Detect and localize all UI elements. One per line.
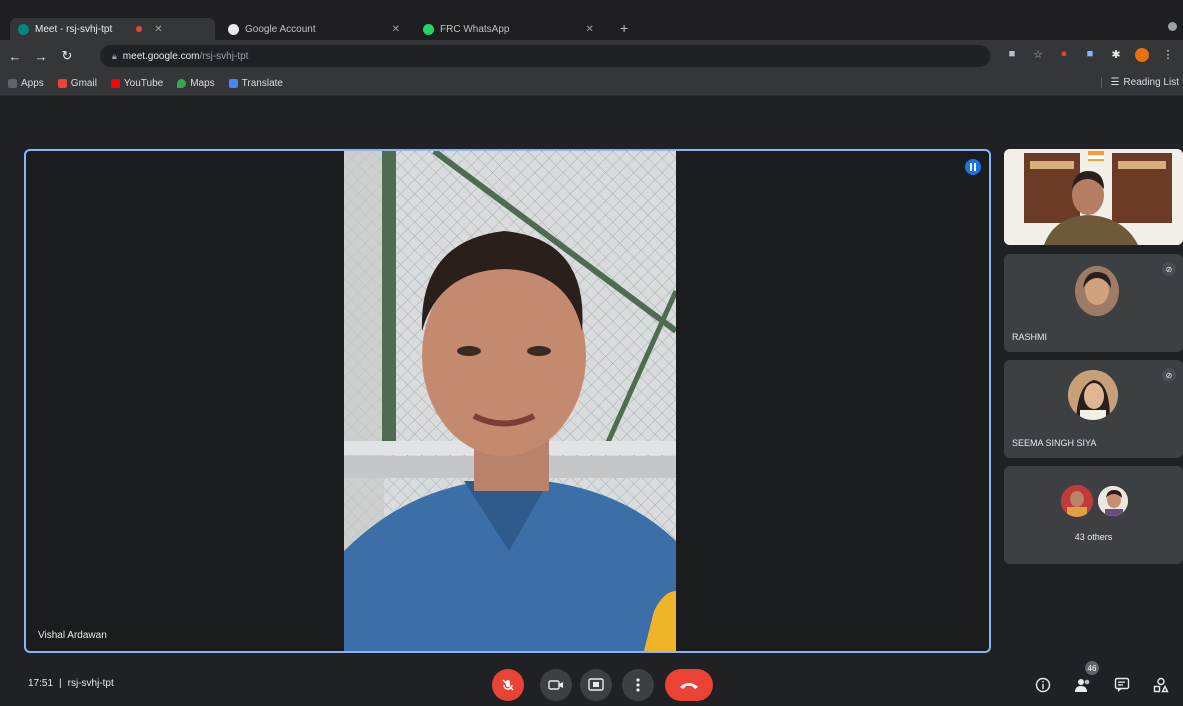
screen: Meet - rsj-svhj-tpt ✕ Google Account ✕ F…	[0, 0, 1183, 706]
bookmark-gmail[interactable]: Gmail	[57, 78, 97, 89]
camera-in-use-icon[interactable]: ■	[1005, 48, 1019, 62]
presenter-video-frame	[344, 151, 676, 651]
people-icon	[1075, 679, 1090, 692]
extension-red-icon[interactable]: ●	[1057, 48, 1071, 62]
other-avatar-1	[1061, 485, 1093, 517]
mic-off-icon: ⊘	[1162, 262, 1176, 276]
present-screen-icon	[588, 678, 604, 691]
lock-icon: 🔒︎	[112, 50, 117, 61]
presenter-video	[344, 151, 676, 651]
close-tab-icon[interactable]: ✕	[392, 24, 400, 35]
address-bar[interactable]: 🔒︎ meet.google.com/rsj-svhj-tpt	[100, 45, 990, 67]
bookmarks-bar: Apps Gmail YouTube Maps Translate	[0, 72, 1183, 96]
bookmark-maps[interactable]: Maps	[177, 78, 215, 89]
avatar-photo	[1061, 485, 1093, 517]
tab-title: Google Account	[245, 23, 316, 35]
new-tab-button[interactable]: +	[620, 20, 628, 36]
profile-avatar-icon[interactable]	[1135, 48, 1149, 62]
reading-list-icon: ☰	[1110, 77, 1120, 88]
activities-button[interactable]	[1152, 676, 1170, 694]
others-tile[interactable]: 43 others	[1004, 466, 1183, 564]
hang-up-icon	[680, 683, 698, 689]
camera-toggle-button[interactable]	[540, 669, 572, 701]
meet-favicon-icon	[18, 23, 29, 35]
chat-button[interactable]	[1113, 676, 1131, 694]
tab-meet[interactable]: Meet - rsj-svhj-tpt ✕	[10, 18, 215, 40]
apps-grid-icon	[8, 79, 17, 88]
meeting-code: rsj-svhj-tpt	[67, 678, 114, 689]
activities-shapes-icon	[1153, 677, 1169, 693]
bookmark-apps[interactable]: Apps	[8, 78, 44, 89]
meeting-details: 17:51 | rsj-svhj-tpt	[28, 678, 114, 689]
avatar-photo	[1068, 370, 1118, 420]
more-options-icon[interactable]	[965, 159, 981, 175]
toolbar-icons: ■ ☆ ● ■ ✱ ⋮	[1005, 48, 1175, 62]
youtube-icon	[110, 79, 120, 88]
mic-off-icon	[502, 679, 514, 691]
participant-count-badge: 46	[1085, 661, 1099, 675]
url-host: meet.google.com	[122, 50, 200, 62]
tab-search-icon[interactable]	[1168, 22, 1177, 31]
tab-title: Meet - rsj-svhj-tpt	[35, 23, 113, 35]
participant-tile-rashmi[interactable]: ⊘ RASHMI	[1004, 254, 1183, 352]
bookmark-youtube[interactable]: YouTube	[110, 78, 163, 89]
gmail-icon	[57, 79, 67, 88]
info-icon	[1035, 677, 1051, 693]
participant-tile-self[interactable]	[1004, 149, 1183, 245]
tab-strip: Meet - rsj-svhj-tpt ✕ Google Account ✕ F…	[0, 0, 1183, 40]
video-camera-icon	[548, 680, 563, 690]
close-tab-icon[interactable]: ✕	[154, 24, 162, 35]
recording-icon	[136, 26, 143, 32]
meeting-separator: |	[59, 678, 62, 689]
participant-avatar	[1075, 266, 1119, 316]
presenter-name: Vishal Ardawan	[38, 630, 107, 641]
mic-off-icon: ⊘	[1162, 368, 1176, 382]
tab-whatsapp[interactable]: FRC WhatsApp ✕	[415, 18, 615, 40]
reload-icon[interactable]: ↻	[56, 48, 78, 64]
participant-video-frame	[1004, 149, 1183, 245]
maps-pin-icon	[177, 79, 187, 88]
present-screen-button[interactable]	[580, 669, 612, 701]
meeting-details-button[interactable]	[1034, 676, 1052, 694]
avatar-photo	[1098, 486, 1128, 516]
microphone-toggle-button[interactable]	[492, 669, 524, 701]
tab-title: FRC WhatsApp	[440, 23, 510, 35]
show-everyone-button[interactable]	[1074, 676, 1092, 694]
bookmark-star-icon[interactable]: ☆	[1031, 48, 1045, 62]
reading-list-button[interactable]: ☰ Reading List	[1101, 77, 1179, 88]
more-options-button[interactable]	[622, 669, 654, 701]
extensions-puzzle-icon[interactable]: ✱	[1109, 48, 1123, 62]
back-icon[interactable]: ←	[4, 49, 26, 64]
participant-tile-seema[interactable]: ⊘ SEEMA SINGH SIYA	[1004, 360, 1183, 458]
whatsapp-favicon-icon	[423, 23, 434, 35]
participant-name: SEEMA SINGH SIYA	[1012, 438, 1097, 448]
forward-icon[interactable]: →	[30, 49, 52, 64]
meeting-time: 17:51	[28, 678, 54, 689]
others-count-label: 43 others	[1074, 532, 1113, 542]
leave-call-button[interactable]	[665, 669, 713, 701]
main-video-tile[interactable]: Vishal Ardawan	[24, 149, 991, 653]
bookmark-translate[interactable]: Translate	[228, 78, 283, 89]
participant-avatar	[1068, 370, 1118, 420]
participant-name: RASHMI	[1012, 332, 1048, 342]
url-path: /rsj-svhj-tpt	[199, 50, 249, 62]
chat-icon	[1114, 677, 1130, 692]
close-tab-icon[interactable]: ✕	[585, 24, 593, 35]
avatar-photo	[1075, 266, 1119, 316]
extension-blue-icon[interactable]: ■	[1083, 48, 1097, 62]
more-vert-icon	[636, 678, 640, 692]
tab-google-account[interactable]: Google Account ✕	[220, 18, 410, 40]
other-avatar-2	[1097, 485, 1129, 517]
translate-icon	[228, 79, 238, 88]
browser-menu-icon[interactable]: ⋮	[1161, 48, 1175, 62]
google-favicon-icon	[228, 23, 239, 35]
